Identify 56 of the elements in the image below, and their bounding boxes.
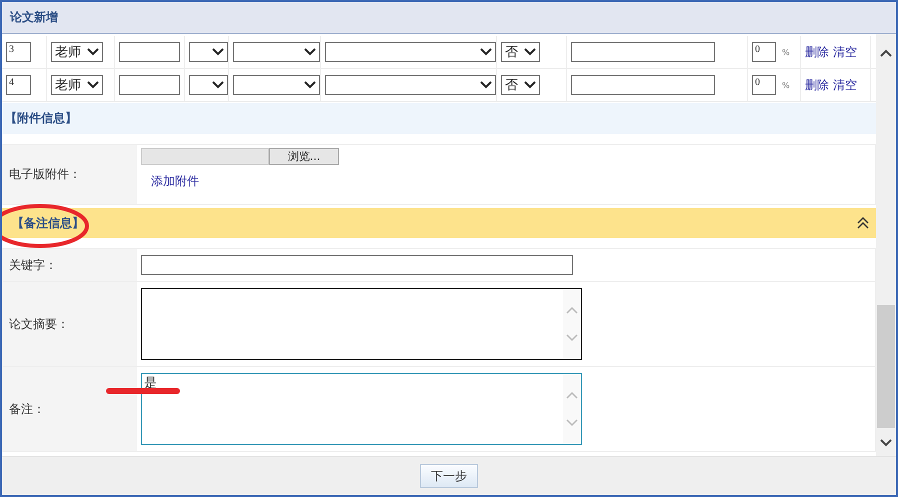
field-label: 关键字： xyxy=(9,256,57,274)
action-link[interactable]: 删除 xyxy=(805,44,829,60)
text-field[interactable] xyxy=(571,42,715,62)
scroll-down-icon[interactable] xyxy=(879,438,893,448)
caret-icon xyxy=(480,81,492,89)
select-field[interactable] xyxy=(189,42,228,62)
select-field[interactable] xyxy=(233,75,320,95)
role-select[interactable]: 老师 xyxy=(51,42,103,62)
section-title: 【备注信息】 xyxy=(12,214,84,232)
text-area[interactable] xyxy=(141,288,582,360)
scroll-up-icon[interactable] xyxy=(879,48,893,58)
field-label: 电子版附件： xyxy=(9,166,81,183)
caret-icon xyxy=(524,81,536,89)
action-link[interactable]: 清空 xyxy=(833,76,857,94)
number-field[interactable]: 4 xyxy=(6,75,31,95)
select-field[interactable] xyxy=(189,75,228,95)
section-title: 【附件信息】 xyxy=(5,110,77,127)
keyword-field[interactable] xyxy=(141,255,573,275)
name-field[interactable] xyxy=(119,75,180,95)
name-field[interactable] xyxy=(119,42,180,62)
field-label: 论文摘要： xyxy=(9,316,69,332)
scroll-down-icon xyxy=(566,334,578,342)
collapse-icon[interactable] xyxy=(856,217,870,229)
percent-unit: % xyxy=(782,48,790,56)
percent-field[interactable]: 0 xyxy=(752,42,776,62)
yes-no-select[interactable]: 否 xyxy=(501,75,540,95)
action-link[interactable]: 清空 xyxy=(833,44,857,60)
caret-icon xyxy=(304,81,316,89)
caret-icon xyxy=(87,48,99,56)
number-field[interactable]: 3 xyxy=(6,42,31,62)
caret-icon xyxy=(304,48,316,56)
select-field[interactable] xyxy=(325,42,496,62)
section-header[interactable]: 【备注信息】 xyxy=(2,208,876,238)
scroll-up-icon xyxy=(566,391,578,399)
add-attachment-link[interactable]: 添加附件 xyxy=(151,173,871,190)
browse-button[interactable]: 浏览... xyxy=(269,148,339,165)
select-field[interactable] xyxy=(325,75,496,95)
role-select[interactable]: 老师 xyxy=(51,75,103,95)
scrollbar-thumb[interactable] xyxy=(877,305,895,428)
scroll-up-icon xyxy=(566,306,578,314)
scroll-down-icon xyxy=(566,419,578,427)
yes-no-select[interactable]: 否 xyxy=(501,42,540,62)
caret-icon xyxy=(212,48,224,56)
action-link[interactable]: 删除 xyxy=(805,76,829,94)
field-label: 备注： xyxy=(9,400,45,418)
caret-icon xyxy=(524,48,536,56)
caret-icon xyxy=(87,81,99,89)
percent-unit: % xyxy=(782,80,790,90)
window-title: 论文新增 xyxy=(10,9,58,26)
text-field[interactable] xyxy=(571,75,715,95)
percent-field[interactable]: 0 xyxy=(752,75,776,95)
caret-icon xyxy=(212,81,224,89)
caret-icon xyxy=(480,48,492,56)
select-field[interactable] xyxy=(233,42,320,62)
next-step-button[interactable]: 下一步 xyxy=(420,464,478,488)
scrollbar[interactable] xyxy=(876,34,896,456)
